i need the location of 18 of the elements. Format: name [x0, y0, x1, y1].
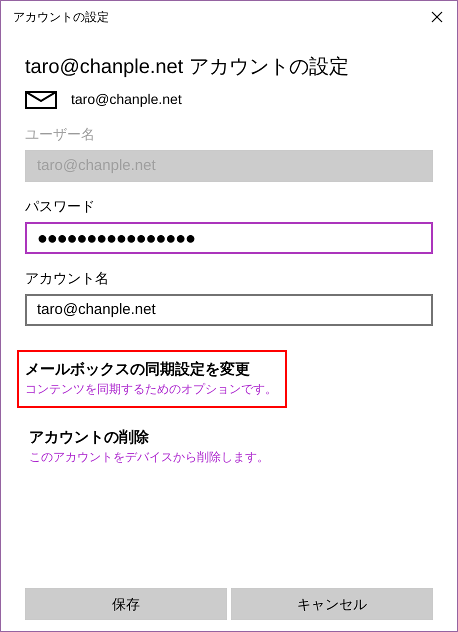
link-description: コンテンツを同期するためのオプションです。 — [25, 381, 277, 398]
save-button[interactable]: 保存 — [25, 588, 227, 620]
account-email: taro@chanple.net — [71, 90, 182, 109]
input-field[interactable]: taro@chanple.net — [25, 294, 433, 326]
link-title: アカウントの削除 — [29, 428, 150, 448]
field-label: アカウント名 — [25, 269, 110, 288]
settings-link[interactable]: アカウントの削除 このアカウントをデバイスから削除します。 — [25, 418, 279, 476]
field-label: パスワード — [25, 197, 96, 216]
field-label: ユーザー名 — [25, 125, 96, 144]
input-field[interactable]: ●●●●●●●●●●●●●●●● — [25, 222, 433, 254]
link-description: このアカウントをデバイスから削除します。 — [29, 449, 269, 466]
envelope-icon — [25, 90, 57, 108]
settings-link[interactable]: メールボックスの同期設定を変更 コンテンツを同期するためのオプションです。 — [17, 350, 287, 408]
link-title: メールボックスの同期設定を変更 — [25, 360, 251, 380]
cancel-button[interactable]: キャンセル — [231, 588, 433, 620]
window-title: アカウントの設定 — [13, 9, 109, 26]
close-icon[interactable] — [431, 11, 443, 23]
page-heading: taro@chanple.net アカウントの設定 — [25, 55, 350, 80]
